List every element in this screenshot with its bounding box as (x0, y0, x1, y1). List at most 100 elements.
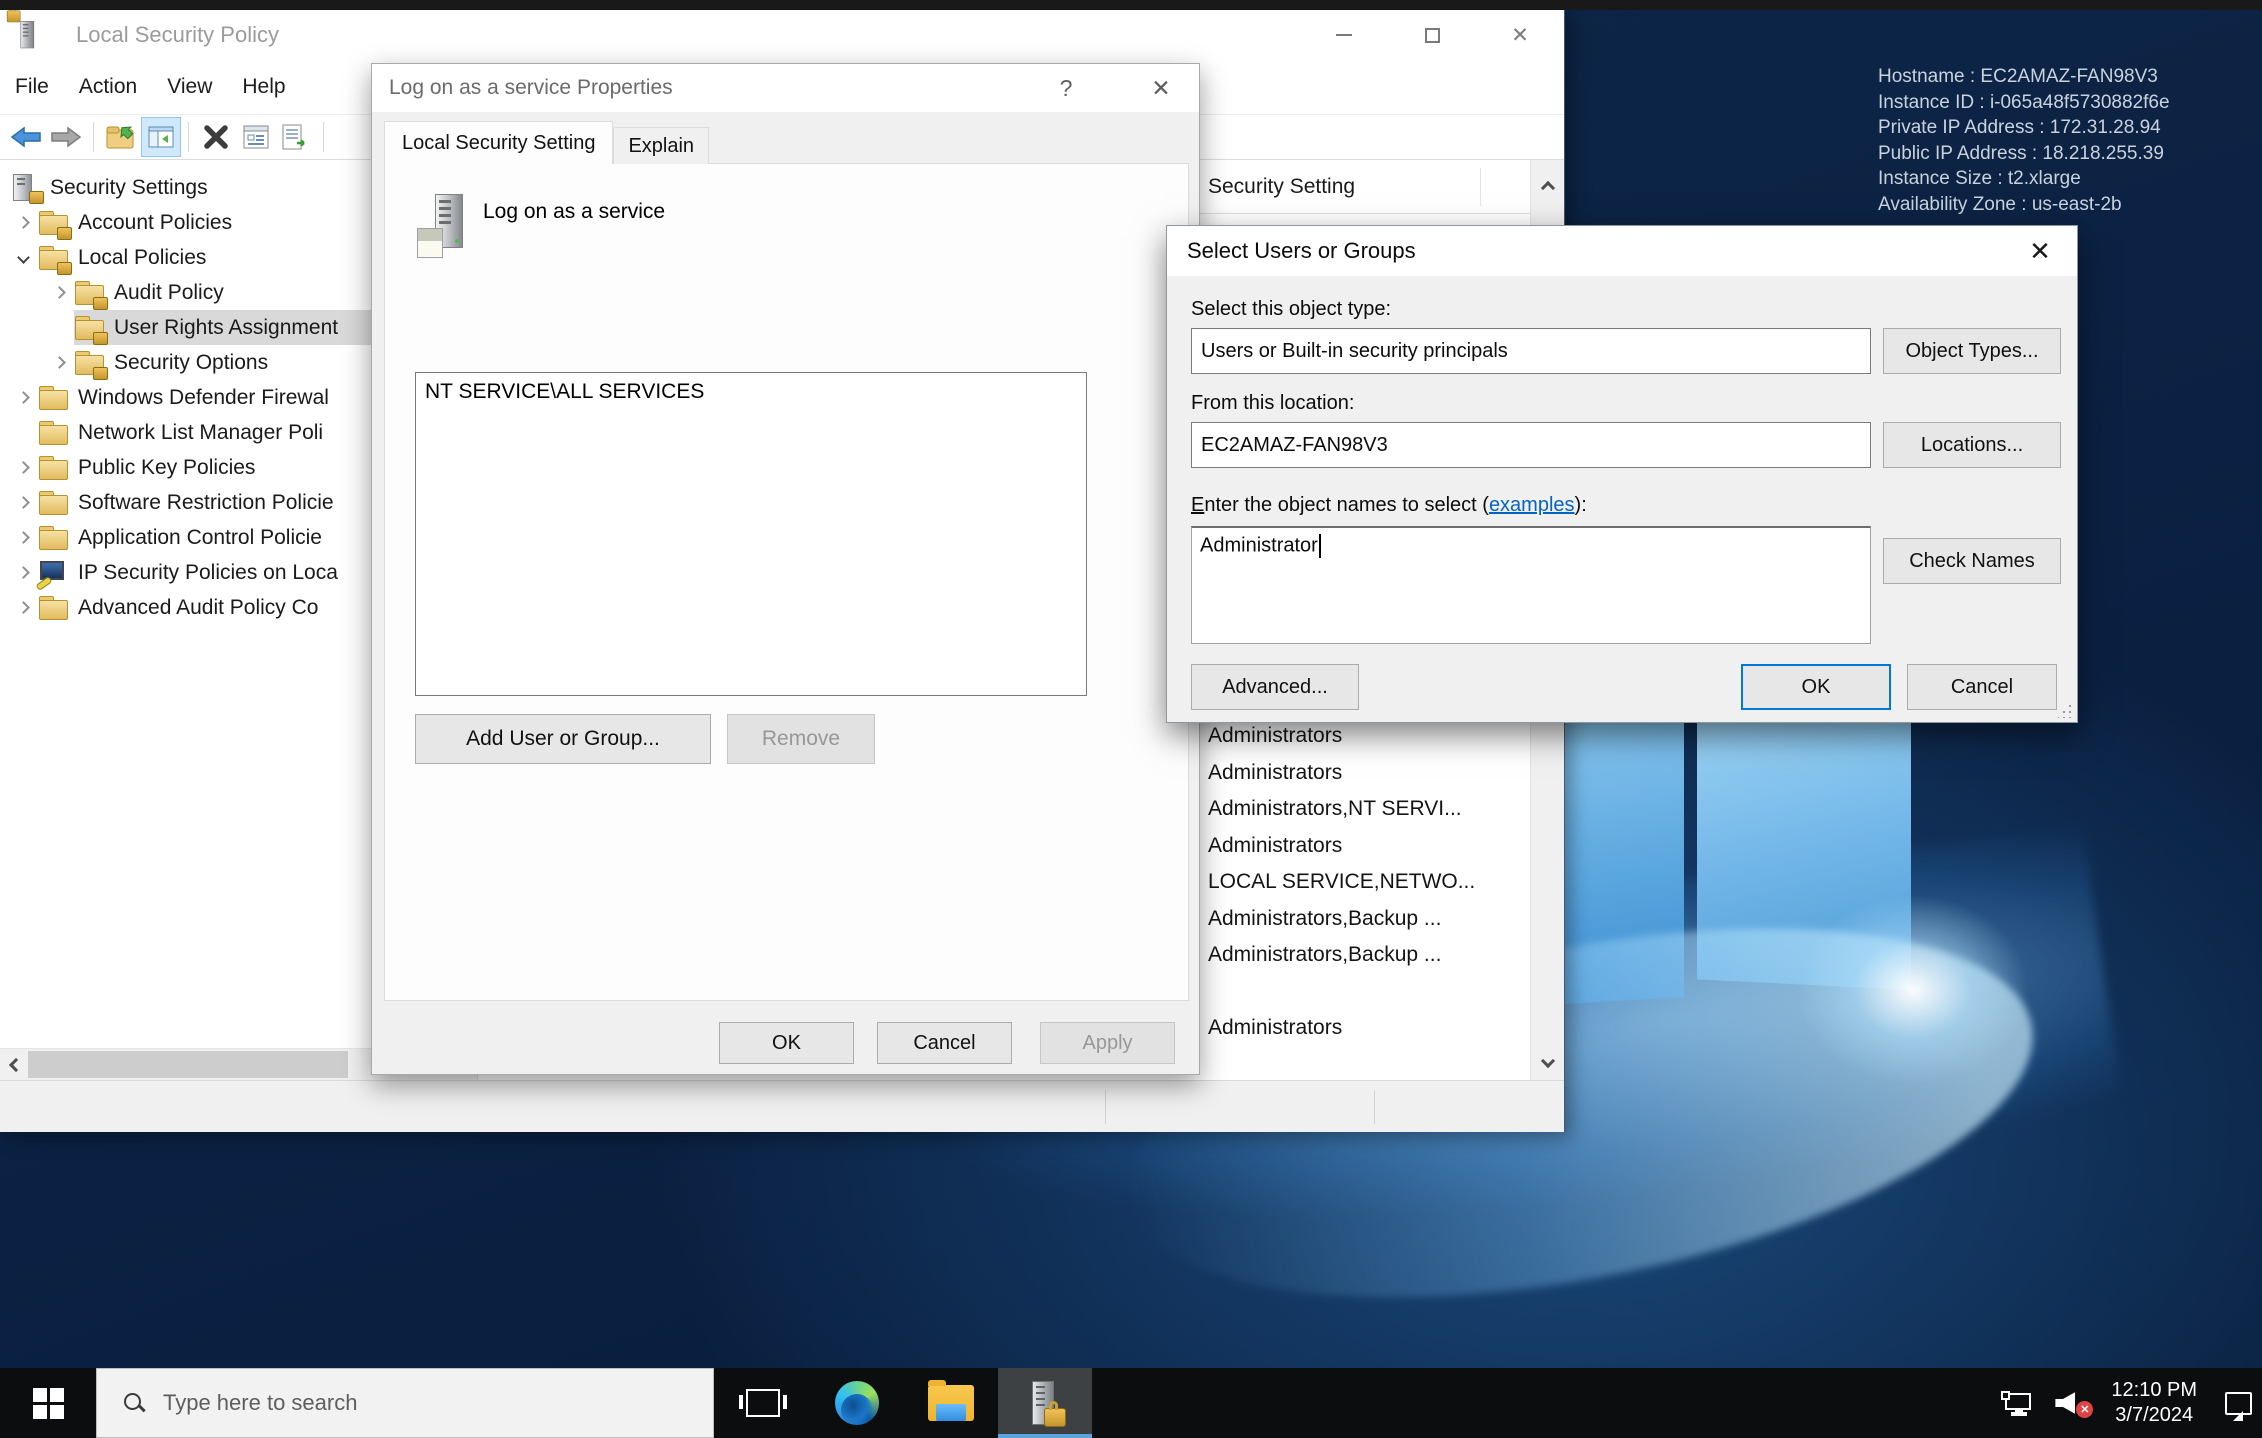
delete-button[interactable] (196, 117, 236, 157)
menu-item[interactable]: Action (64, 75, 152, 99)
status-bar-divider (1105, 1090, 1106, 1124)
forward-button[interactable] (46, 117, 86, 157)
check-names-button[interactable]: Check Names (1883, 538, 2061, 584)
remove-button[interactable]: Remove (727, 714, 875, 764)
properties-button[interactable] (236, 117, 276, 157)
object-type-field[interactable]: Users or Built-in security principals (1191, 328, 1871, 374)
result-row[interactable]: Administrators,NT SERVI... (1208, 791, 1524, 828)
show-console-tree-button[interactable] (141, 117, 181, 157)
toolbar-separator (93, 122, 94, 152)
maximize-button[interactable] (1388, 10, 1476, 60)
local-security-policy-taskbar-button[interactable] (998, 1368, 1092, 1438)
scroll-left-arrow-icon[interactable] (0, 1049, 28, 1080)
action-center-icon[interactable] (2225, 1392, 2252, 1415)
volume-muted-icon[interactable]: ✕ (2055, 1390, 2089, 1416)
tree-item-label: Software Restriction Policie (78, 491, 334, 515)
window-title: Local Security Policy (76, 22, 279, 48)
minimize-button[interactable] (1300, 10, 1388, 60)
expand-collapse-icon[interactable] (8, 453, 38, 483)
ec2-info-line: Private IP Address : 172.31.28.94 (1878, 115, 2170, 141)
result-row[interactable]: LOCAL SERVICE,NETWO... (1208, 864, 1524, 901)
expand-collapse-icon[interactable] (8, 383, 38, 413)
advanced-button[interactable]: Advanced... (1191, 664, 1359, 710)
tree-item-label: Advanced Audit Policy Co (78, 596, 318, 620)
start-button[interactable] (0, 1368, 96, 1438)
result-row[interactable]: Administrators (1208, 828, 1524, 865)
horizontal-scrollbar-thumb[interactable] (28, 1051, 348, 1078)
expand-collapse-icon[interactable] (8, 208, 38, 238)
tree-item-icon (38, 559, 70, 587)
network-icon[interactable] (2001, 1391, 2033, 1415)
tree-item-label: Network List Manager Poli (78, 421, 323, 445)
up-one-level-button[interactable] (101, 117, 141, 157)
add-user-or-group-button[interactable]: Add User or Group... (415, 714, 711, 764)
search-placeholder: Type here to search (163, 1390, 357, 1416)
close-button[interactable]: ✕ (1476, 10, 1564, 60)
ec2-info-line: Availability Zone : us-east-2b (1878, 192, 2170, 218)
taskbar-clock[interactable]: 12:10 PM 3/7/2024 (2111, 1378, 2197, 1428)
file-explorer-button[interactable] (904, 1368, 998, 1438)
dialog-titlebar[interactable]: Select Users or Groups (1167, 226, 2077, 276)
locations-button[interactable]: Advanced...Locations... (1883, 422, 2061, 468)
export-list-button[interactable] (276, 117, 316, 157)
result-row[interactable]: Administrators (1208, 718, 1524, 755)
result-row[interactable]: Administrators (1208, 755, 1524, 792)
object-types-button[interactable]: Object Types... (1883, 328, 2061, 374)
result-row[interactable]: Administrators,Backup ... (1208, 901, 1524, 938)
apply-button[interactable]: Apply (1040, 1022, 1175, 1064)
system-tray: ✕ 12:10 PM 3/7/2024 (2001, 1368, 2252, 1438)
expand-collapse-icon[interactable] (44, 278, 74, 308)
local-security-policy-icon (1028, 1381, 1062, 1425)
help-button[interactable]: ? (1036, 64, 1096, 112)
menu-item[interactable]: Help (227, 75, 300, 99)
back-button[interactable] (6, 117, 46, 157)
resize-grip[interactable] (2058, 704, 2072, 718)
tree-item-icon (38, 490, 70, 518)
tree-item-icon (74, 315, 106, 343)
assigned-account-item[interactable]: NT SERVICE\ALL SERVICES (425, 380, 704, 403)
object-type-label: Select this object type: (1191, 298, 1391, 321)
assigned-accounts-listbox[interactable]: NT SERVICE\ALL SERVICES (415, 372, 1087, 696)
expand-collapse-icon[interactable] (8, 243, 38, 273)
result-row[interactable]: Administrators,Backup ... (1208, 937, 1524, 974)
cancel-button[interactable]: Cancel (877, 1022, 1012, 1064)
ok-button[interactable]: OK (1741, 664, 1891, 710)
from-location-field[interactable]: EC2AMAZ-FAN98V3 (1191, 422, 1871, 468)
tree-item-icon (38, 595, 70, 623)
menu-item[interactable]: File (0, 75, 64, 99)
tree-item-label: Public Key Policies (78, 456, 255, 480)
locations-caption: Locations... (1921, 434, 2023, 457)
expand-collapse-icon[interactable] (44, 348, 74, 378)
console-tree-icon (148, 126, 174, 148)
task-view-button[interactable] (716, 1368, 810, 1438)
expand-collapse-icon[interactable] (8, 593, 38, 623)
tab-local-security-setting[interactable]: Local Security Setting (384, 121, 613, 164)
cancel-button[interactable]: Cancel (1907, 664, 2057, 710)
ec2-info-line: Instance Size : t2.xlarge (1878, 166, 2170, 192)
scroll-up-arrow-icon[interactable] (1531, 160, 1564, 212)
object-names-input[interactable]: Administrator (1191, 526, 1871, 644)
taskbar-search-box[interactable]: Type here to search (96, 1368, 714, 1438)
scroll-down-arrow-icon[interactable] (1531, 1046, 1564, 1080)
result-row[interactable]: Administrators (1208, 1010, 1524, 1047)
dialog-close-button[interactable]: ✕ (2009, 226, 2071, 276)
tree-item-label: Local Policies (78, 246, 206, 270)
security-setting-values: AdministratorsAdministratorsAdministrato… (1208, 718, 1524, 1047)
expand-collapse-icon[interactable] (8, 523, 38, 553)
ok-button[interactable]: OK (719, 1022, 854, 1064)
column-divider[interactable] (1480, 168, 1481, 206)
expand-collapse-icon[interactable] (8, 488, 38, 518)
close-icon: ✕ (1151, 75, 1170, 102)
result-row[interactable] (1208, 974, 1524, 1011)
tab-explain[interactable]: Explain (613, 127, 709, 164)
windows-start-icon (33, 1388, 64, 1419)
ec2-info-line: Hostname : EC2AMAZ-FAN98V3 (1878, 64, 2170, 90)
status-bar (0, 1080, 1564, 1132)
dialog-close-button[interactable]: ✕ (1131, 64, 1191, 112)
window-titlebar[interactable]: Local Security Policy ✕ (0, 10, 1564, 60)
menu-item[interactable]: View (152, 75, 227, 99)
expand-collapse-icon[interactable] (8, 558, 38, 588)
security-setting-column-header[interactable]: Security Setting (1208, 160, 1355, 214)
examples-link[interactable]: examples (1489, 494, 1575, 516)
edge-button[interactable] (810, 1368, 904, 1438)
